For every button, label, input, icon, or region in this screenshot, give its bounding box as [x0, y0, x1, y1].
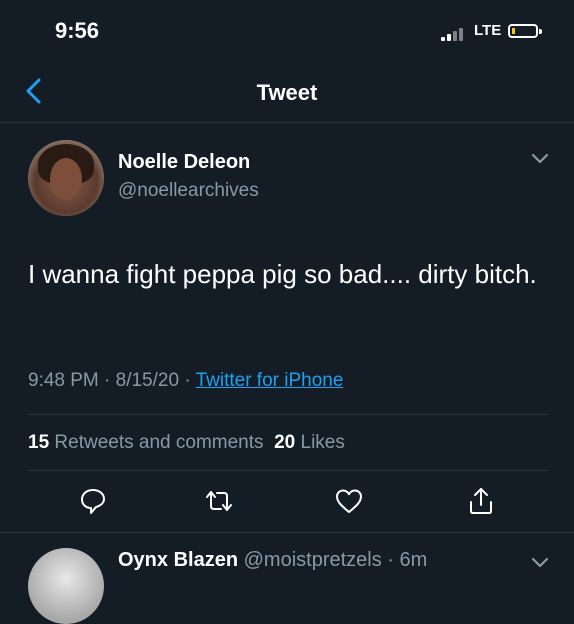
tweet-text: I wanna fight peppa pig so bad.... dirty… [28, 259, 537, 289]
retweet-icon[interactable] [204, 486, 234, 516]
likes-stat[interactable]: 20 Likes [274, 432, 345, 453]
divider [0, 532, 574, 533]
nav-bar: Tweet [0, 60, 574, 123]
tweet-source-link[interactable]: Twitter for iPhone [196, 370, 344, 391]
retweets-stat[interactable]: 15 Retweets and comments [28, 432, 264, 453]
status-time: 9:56 [55, 18, 100, 43]
network-type: LTE [474, 22, 502, 39]
tweet-timestamp: 9:48 PM · 8/15/20 · [28, 370, 196, 391]
reply-time: · 6m [381, 549, 428, 571]
chevron-down-icon[interactable] [530, 152, 550, 166]
signal-icon [441, 27, 469, 41]
author-avatar[interactable] [28, 140, 104, 216]
reply-author-name[interactable]: Oynx Blazen [118, 549, 238, 571]
reply-author-avatar[interactable] [28, 548, 104, 624]
reply-header: Oynx Blazen @moistpretzels · 6m [118, 549, 427, 572]
tweet-stats: 15 Retweets and comments 20 Likes [28, 432, 345, 454]
likes-count: 20 [274, 432, 296, 453]
action-bar [0, 486, 574, 526]
tweet-meta: 9:48 PM · 8/15/20 · Twitter for iPhone [28, 370, 343, 392]
page-title: Tweet [256, 80, 318, 105]
divider [28, 414, 548, 415]
battery-icon [508, 24, 542, 38]
author-name[interactable]: Noelle Deleon [118, 151, 250, 174]
retweets-label: Retweets and comments [54, 432, 264, 453]
share-icon[interactable] [466, 486, 496, 516]
like-icon[interactable] [334, 486, 364, 516]
divider [28, 470, 548, 471]
author-handle[interactable]: @noellearchives [118, 180, 259, 202]
status-bar: 9:56 LTE [0, 0, 574, 60]
chevron-down-icon[interactable] [530, 556, 550, 570]
likes-label: Likes [300, 432, 345, 453]
reply-author-handle[interactable]: @moistpretzels [244, 549, 382, 571]
retweets-count: 15 [28, 432, 50, 453]
reply-icon[interactable] [78, 486, 108, 516]
